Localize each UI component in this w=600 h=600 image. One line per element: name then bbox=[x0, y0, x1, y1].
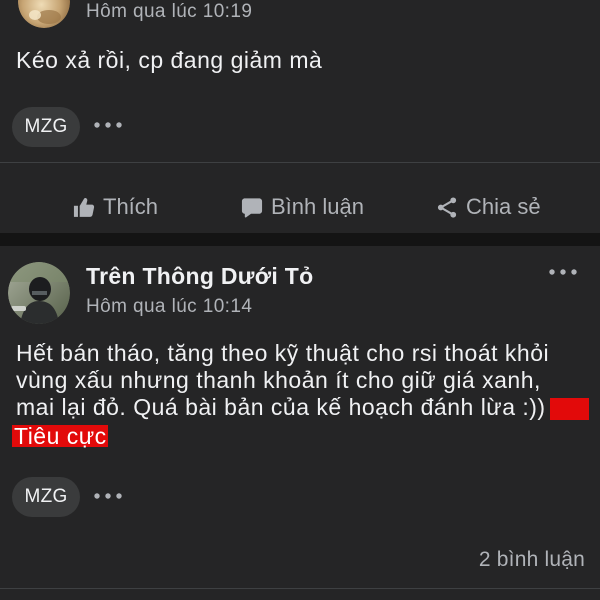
post-action-bar: Thích Bình luận Chia sẻ bbox=[0, 163, 600, 233]
post-divider bbox=[0, 588, 600, 589]
sentiment-row: Tiêu cực bbox=[12, 421, 589, 448]
author-avatar[interactable] bbox=[8, 262, 70, 324]
post-text-line: Hết bán tháo, tăng theo kỹ thuật cho rsi… bbox=[16, 340, 550, 366]
comment-count-link[interactable]: 2 bình luận bbox=[479, 547, 585, 573]
comment-pill-label: MZG bbox=[24, 116, 68, 137]
post-card: Trên Thông Dưới Tỏ Hôm qua lúc 10:14 Hết… bbox=[0, 246, 600, 600]
comment-icon bbox=[241, 197, 263, 218]
more-horizontal-icon[interactable] bbox=[93, 121, 123, 129]
feed-screen: Hôm qua lúc 10:19 Kéo xả rồi, cp đang gi… bbox=[0, 0, 600, 600]
more-horizontal-icon[interactable] bbox=[548, 268, 578, 276]
like-button-label: Thích bbox=[103, 194, 159, 219]
comment-pill-label: MZG bbox=[24, 486, 68, 507]
thumbs-up-icon bbox=[73, 197, 95, 217]
post-timestamp[interactable]: Hôm qua lúc 10:19 bbox=[86, 0, 252, 24]
comment-button[interactable]: Bình luận bbox=[240, 190, 364, 224]
share-icon bbox=[437, 196, 457, 218]
avatar-image bbox=[8, 262, 70, 324]
post-text-line-row: mai lại đỏ. Quá bài bản của kế hoạch đán… bbox=[16, 394, 589, 421]
more-horizontal-icon[interactable] bbox=[93, 492, 123, 500]
post-card: Hôm qua lúc 10:19 Kéo xả rồi, cp đang gi… bbox=[0, 0, 600, 233]
share-button-label: Chia sẻ bbox=[466, 194, 541, 219]
share-button[interactable]: Chia sẻ bbox=[435, 190, 541, 224]
comment-pill-button[interactable]: MZG bbox=[12, 477, 80, 517]
post-text-line: vùng xấu nhưng thanh khoản ít cho giữ gi… bbox=[16, 367, 541, 393]
feed-separator bbox=[0, 233, 600, 246]
post-text: Hết bán tháo, tăng theo kỹ thuật cho rsi… bbox=[12, 340, 589, 448]
like-button[interactable]: Thích bbox=[72, 190, 158, 224]
post-text-line: mai lại đỏ. Quá bài bản của kế hoạch đán… bbox=[16, 394, 546, 420]
comment-button-label: Bình luận bbox=[271, 194, 364, 219]
author-name[interactable]: Trên Thông Dưới Tỏ bbox=[86, 262, 314, 290]
author-avatar[interactable] bbox=[18, 0, 70, 28]
post-text: Kéo xả rồi, cp đang giảm mà bbox=[16, 47, 323, 73]
sentiment-label: Tiêu cực bbox=[12, 423, 108, 449]
comment-pill-button[interactable]: MZG bbox=[12, 107, 80, 147]
sentiment-marker bbox=[549, 398, 589, 420]
avatar-image bbox=[18, 0, 70, 28]
post-timestamp[interactable]: Hôm qua lúc 10:14 bbox=[86, 295, 252, 319]
